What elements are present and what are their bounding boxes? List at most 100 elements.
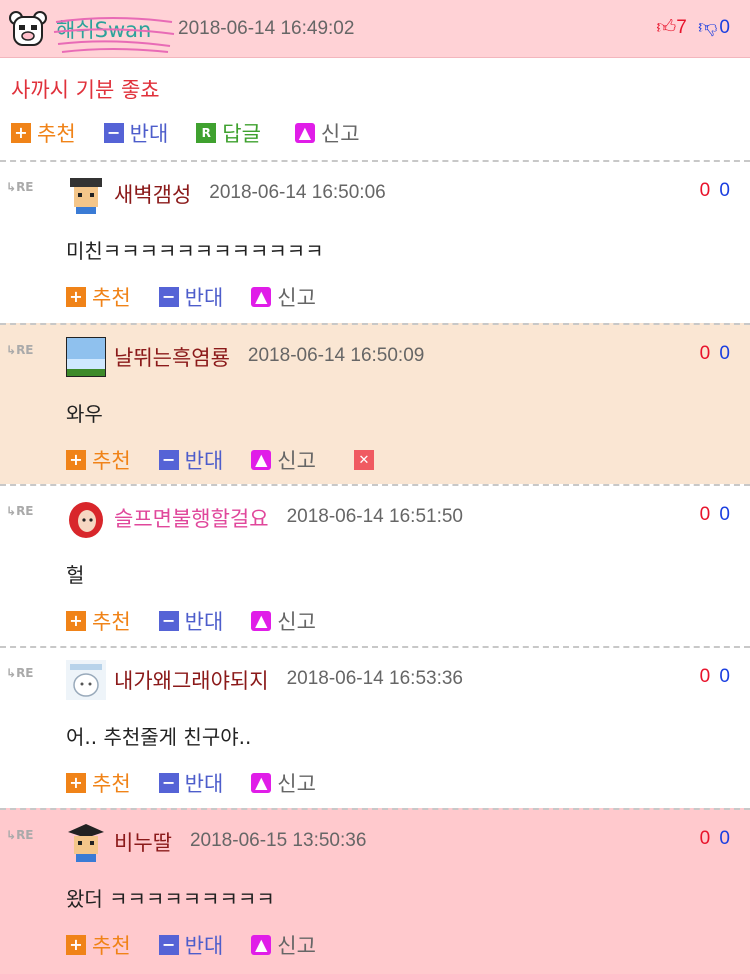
comment: ↳RE 새벽갬성 2018-06-14 16:50:06 0 0 미친ㅋㅋㅋㅋㅋ… <box>0 160 750 323</box>
avatar[interactable] <box>66 174 106 214</box>
up-count[interactable]: 0 <box>700 504 711 525</box>
comment-text: 왔더 ㅋㅋㅋㅋㅋㅋㅋㅋㅋ <box>66 887 275 911</box>
report-button[interactable]: ▲ 신고 <box>251 282 316 312</box>
post-text: 사까시 기분 좋쵸 <box>11 78 160 102</box>
post-votes: 👍︎7 👎︎ 0 <box>656 16 730 39</box>
report-label: 신고 <box>277 772 316 796</box>
oppose-button[interactable]: − 반대 <box>158 282 224 312</box>
plus-icon: + <box>66 287 86 307</box>
report-button[interactable]: ▲ 신고 <box>251 768 316 798</box>
oppose-button[interactable]: − 반대 <box>158 445 223 475</box>
down-count[interactable]: 0 <box>719 504 730 525</box>
thumbs-down-icon[interactable]: 👎︎ <box>698 17 717 38</box>
minus-icon: − <box>158 450 179 470</box>
comment-actions: + 추천 − 반대 ▲ 신고 <box>66 608 344 634</box>
post-date: 2018-06-14 16:49:02 <box>178 18 355 39</box>
report-button[interactable]: ▲ 신고 <box>251 445 316 475</box>
down-count[interactable]: 0 <box>719 828 730 849</box>
post-down-count: 0 <box>719 17 730 38</box>
oppose-label: 반대 <box>184 610 224 634</box>
report-button[interactable]: ▲ 신고 <box>251 930 316 960</box>
minus-icon: − <box>158 773 179 793</box>
comment-author[interactable]: 슬프면불행할걸요 <box>114 503 269 533</box>
comment-actions: + 추천 − 반대 ▲ 신고 <box>66 932 344 958</box>
thumbs-up-icon[interactable]: 👍︎ <box>656 17 676 38</box>
up-count[interactable]: 0 <box>700 180 711 201</box>
report-label: 신고 <box>277 449 316 473</box>
recommend-button[interactable]: + 추천 <box>66 768 131 798</box>
comment-text: 와우 <box>66 402 103 426</box>
comment-date: 2018-06-14 16:50:06 <box>209 182 386 203</box>
down-count[interactable]: 0 <box>719 666 730 687</box>
report-label: 신고 <box>277 934 316 958</box>
delete-button[interactable]: ✕ <box>353 450 380 470</box>
avatar[interactable] <box>66 498 106 538</box>
comment-votes: 0 0 <box>700 343 730 365</box>
recommend-label: 추천 <box>92 610 131 634</box>
siren-icon: ▲ <box>251 450 272 470</box>
recommend-button[interactable]: + 추천 <box>66 282 131 312</box>
plus-icon: + <box>66 611 86 631</box>
recommend-label: 추천 <box>92 449 131 473</box>
comment-date: 2018-06-14 16:51:50 <box>286 506 463 527</box>
comment-author[interactable]: 비누딸 <box>114 827 172 857</box>
up-count[interactable]: 0 <box>700 828 711 849</box>
report-label: 신고 <box>277 286 316 310</box>
comment-votes: 0 0 <box>700 180 730 202</box>
oppose-button[interactable]: − 반대 <box>158 606 224 636</box>
reply-arrow-icon: ↳RE <box>6 828 34 842</box>
comment-text: 헐 <box>66 563 85 587</box>
up-count[interactable]: 0 <box>700 343 711 364</box>
plus-icon: + <box>66 773 86 793</box>
comment: ↳RE 날뛰는흑염룡 2018-06-14 16:50:09 0 0 와우 + 추… <box>0 323 750 484</box>
report-button[interactable]: ▲ 신고 <box>251 606 316 636</box>
comment-date: 2018-06-15 13:50:36 <box>189 830 367 851</box>
reply-arrow-icon: ↳RE <box>6 343 34 357</box>
recommend-button[interactable]: + 추천 <box>11 118 76 148</box>
post-up-count: 7 <box>676 17 687 38</box>
comment-author[interactable]: 날뛰는흑염룡 <box>114 342 230 372</box>
avatar[interactable] <box>66 660 106 700</box>
recommend-label: 추천 <box>92 934 131 958</box>
delete-x-icon: ✕ <box>353 450 374 470</box>
reply-arrow-icon: ↳RE <box>6 666 34 680</box>
oppose-label: 반대 <box>184 286 224 310</box>
recommend-button[interactable]: + 추천 <box>66 606 131 636</box>
report-button[interactable]: ▲ 신고 <box>294 118 360 148</box>
siren-icon: ▲ <box>251 611 272 631</box>
avatar[interactable] <box>65 336 107 378</box>
down-count[interactable]: 0 <box>719 343 730 364</box>
comment-votes: 0 0 <box>700 828 730 850</box>
siren-icon: ▲ <box>294 123 315 143</box>
siren-icon: ▲ <box>251 935 272 955</box>
recommend-button[interactable]: + 추천 <box>66 445 131 475</box>
reply-button[interactable]: R 답글 <box>196 118 261 148</box>
reply-label: 답글 <box>222 122 261 146</box>
comment-author[interactable]: 내가왜그래야되지 <box>114 665 269 695</box>
oppose-button[interactable]: − 반대 <box>103 118 168 148</box>
recommend-button[interactable]: + 추천 <box>66 930 131 960</box>
nick-scribble-icon <box>53 17 175 53</box>
comment-author[interactable]: 새벽갬성 <box>114 179 191 209</box>
up-count[interactable]: 0 <box>700 666 711 687</box>
bear-avatar-icon[interactable] <box>8 9 48 49</box>
minus-icon: − <box>158 611 179 631</box>
oppose-button[interactable]: − 반대 <box>158 768 223 798</box>
oppose-button[interactable]: − 반대 <box>158 930 224 960</box>
siren-icon: ▲ <box>251 773 272 793</box>
avatar[interactable] <box>66 822 106 862</box>
comment-actions: + 추천 − 반대 ▲ 신고 ✕ <box>66 447 408 473</box>
comment-actions: + 추천 − 반대 ▲ 신고 <box>66 770 344 796</box>
oppose-label: 반대 <box>184 934 224 958</box>
main-post: 해쉬Swan 2018-06-14 16:49:02 👍︎7 👎︎ 0 사까시 기… <box>0 0 750 160</box>
comment: ↳RE 비누딸 2018-06-15 13:50:36 0 0 왔더 ㅋㅋㅋㅋㅋ… <box>0 808 750 974</box>
reply-arrow-icon: ↳RE <box>6 504 34 518</box>
comment: ↳RE 내가왜그래야되지 2018-06-14 16:53:36 0 0 어..… <box>0 646 750 808</box>
plus-icon: + <box>66 935 86 955</box>
comment-actions: + 추천 − 반대 ▲ 신고 <box>66 284 344 310</box>
recommend-label: 추천 <box>37 122 76 146</box>
down-count[interactable]: 0 <box>719 180 730 201</box>
minus-icon: − <box>158 287 179 307</box>
report-label: 신고 <box>320 122 360 146</box>
plus-icon: + <box>11 123 31 143</box>
